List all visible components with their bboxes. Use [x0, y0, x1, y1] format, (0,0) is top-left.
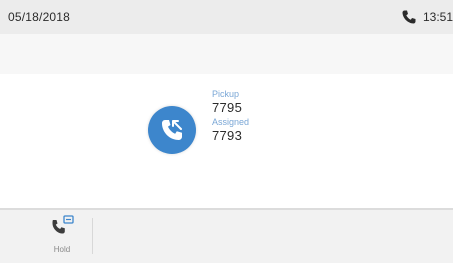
softkey-label: Hold [53, 245, 71, 254]
phone-icon [401, 9, 417, 25]
status-right: 13:51 [401, 8, 453, 26]
softkey-separator [92, 218, 93, 254]
from-number: 7795 [212, 100, 243, 115]
phone-screen: 05/18/2018 13:51 Pickup 7795 Assigned 77… [0, 0, 453, 263]
status-bar: 05/18/2018 13:51 [0, 0, 453, 34]
incoming-call-icon [148, 106, 196, 154]
date-label: 05/18/2018 [8, 10, 71, 24]
call-info: Pickup 7795 Assigned 7793 [212, 90, 249, 146]
call-panel: Pickup 7795 Assigned 7793 [0, 74, 453, 208]
title-bar [0, 34, 453, 74]
call-transfer-icon [49, 214, 75, 241]
to-number: 7793 [212, 128, 243, 143]
softkey-hold[interactable]: Hold [32, 214, 92, 258]
from-label: Pickup [212, 89, 240, 99]
to-label: Assigned [212, 117, 250, 127]
time-label: 13:51 [423, 10, 453, 24]
